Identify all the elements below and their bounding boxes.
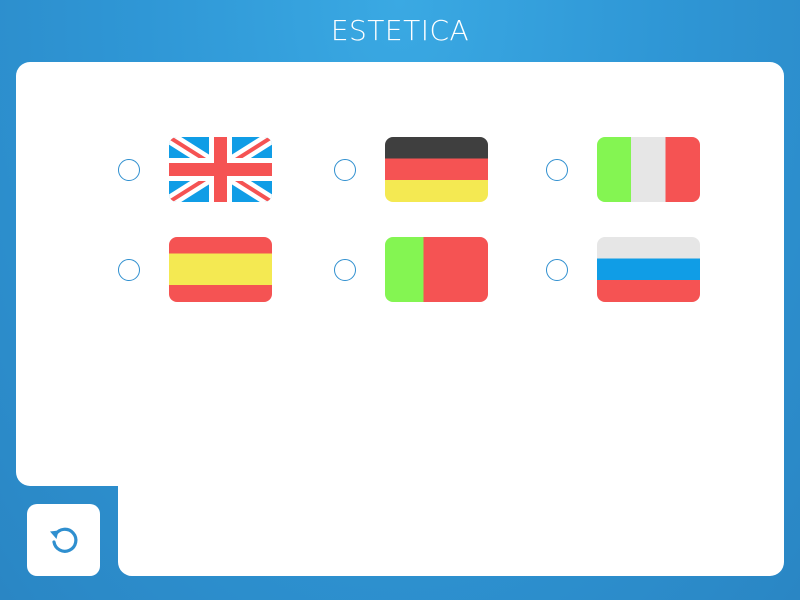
radio-italian[interactable] bbox=[546, 159, 568, 181]
radio-spanish[interactable] bbox=[118, 259, 140, 281]
portugal-flag-icon[interactable] bbox=[385, 237, 488, 302]
refresh-icon bbox=[49, 527, 77, 553]
language-panel-footer bbox=[118, 470, 784, 576]
uk-flag-icon[interactable] bbox=[169, 137, 272, 202]
germany-flag-icon[interactable] bbox=[385, 137, 488, 202]
reset-button[interactable] bbox=[27, 504, 100, 576]
radio-russian[interactable] bbox=[546, 259, 568, 281]
radio-portuguese[interactable] bbox=[334, 259, 356, 281]
spain-flag-icon[interactable] bbox=[169, 237, 272, 302]
radio-english[interactable] bbox=[118, 159, 140, 181]
page-title: ESTETICA bbox=[330, 14, 470, 47]
russia-flag-icon[interactable] bbox=[597, 237, 700, 302]
radio-german[interactable] bbox=[334, 159, 356, 181]
italy-flag-icon[interactable] bbox=[597, 137, 700, 202]
